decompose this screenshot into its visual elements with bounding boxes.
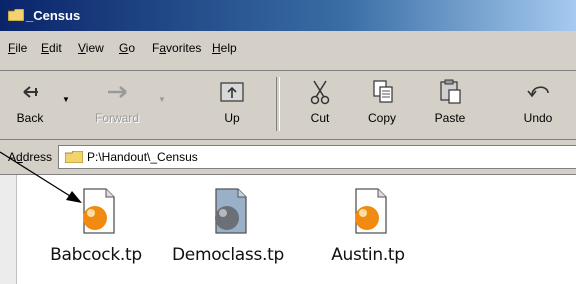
file-list-pane[interactable]: Babcock.tp Democlass.tp Austin.tp xyxy=(0,175,576,284)
file-name: Babcock.tp xyxy=(50,245,142,265)
cut-button[interactable]: Cut xyxy=(292,71,348,137)
menu-favorites[interactable]: Favorites xyxy=(152,41,201,55)
forward-arrow-icon xyxy=(108,86,127,98)
paste-button[interactable]: Paste xyxy=(418,71,482,137)
orange-disc-file-icon xyxy=(355,188,387,234)
forward-button[interactable]: Forward xyxy=(82,71,152,137)
address-bar: Address P:\Handout\_Census xyxy=(0,140,576,174)
file-item[interactable]: Austin.tp xyxy=(308,187,428,282)
cut-label: Cut xyxy=(310,111,330,125)
explorer-window: _Census File Edit View Go Favorites Help… xyxy=(0,0,576,284)
blue-disc-file-icon xyxy=(215,188,247,234)
scissors-icon xyxy=(310,80,330,105)
address-field[interactable]: P:\Handout\_Census xyxy=(58,145,576,169)
undo-label: Undo xyxy=(523,111,553,125)
menu-bar: File Edit View Go Favorites Help xyxy=(0,31,576,71)
folder-icon xyxy=(8,9,24,21)
menu-help[interactable]: Help xyxy=(212,41,237,55)
back-dropdown-icon[interactable]: ▼ xyxy=(62,95,70,104)
undo-button[interactable]: Undo xyxy=(508,71,568,137)
copy-icon xyxy=(373,80,393,103)
paste-label: Paste xyxy=(434,111,466,125)
file-item[interactable]: Babcock.tp xyxy=(36,187,156,282)
forward-dropdown-icon[interactable]: ▼ xyxy=(158,95,166,104)
back-label: Back xyxy=(16,111,44,125)
address-label: Address xyxy=(8,150,53,164)
orange-disc-file-icon xyxy=(83,188,115,234)
menu-go[interactable]: Go xyxy=(119,41,135,55)
folder-icon xyxy=(65,151,83,163)
menu-file[interactable]: File xyxy=(8,41,27,55)
address-path: P:\Handout\_Census xyxy=(87,150,198,164)
up-label: Up xyxy=(224,111,240,125)
menu-edit[interactable]: Edit xyxy=(41,41,62,55)
up-button[interactable]: Up xyxy=(204,71,260,137)
file-name: Austin.tp xyxy=(331,245,405,265)
copy-label: Copy xyxy=(367,111,396,125)
back-arrow-icon xyxy=(23,86,38,98)
up-folder-icon xyxy=(220,82,244,102)
paste-clipboard-icon xyxy=(440,79,461,104)
undo-icon xyxy=(527,86,549,98)
left-pane-edge xyxy=(0,175,17,284)
menu-view[interactable]: View xyxy=(78,41,104,55)
toolbar-separator xyxy=(276,77,280,131)
window-title: _Census xyxy=(26,8,81,23)
title-bar[interactable]: _Census xyxy=(0,0,576,31)
file-item[interactable]: Democlass.tp xyxy=(168,187,288,282)
standard-toolbar: Back ▼ Forward ▼ Up Cut Copy Paste Undo xyxy=(0,71,576,140)
forward-label: Forward xyxy=(94,111,139,125)
file-name: Democlass.tp xyxy=(172,245,284,265)
back-button[interactable]: Back xyxy=(4,71,56,137)
copy-button[interactable]: Copy xyxy=(352,71,412,137)
